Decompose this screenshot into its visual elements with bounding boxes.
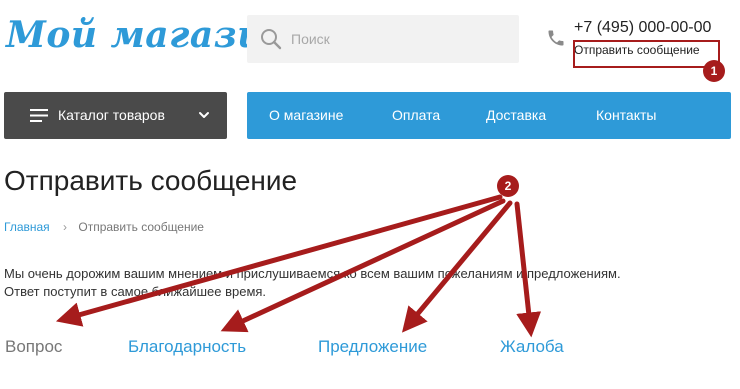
search-icon[interactable] <box>259 27 283 51</box>
catalog-label: Каталог товаров <box>58 107 165 123</box>
chevron-down-icon <box>199 112 209 118</box>
menu-icon <box>30 109 48 122</box>
breadcrumb-separator-icon: › <box>63 220 68 234</box>
annotation-arrow <box>220 198 506 333</box>
phone-icon <box>548 30 564 46</box>
tab-gratitude[interactable]: Благодарность <box>128 337 246 357</box>
catalog-button[interactable]: Каталог товаров <box>4 92 227 139</box>
search-input[interactable] <box>291 15 511 63</box>
breadcrumb-home[interactable]: Главная <box>4 220 50 234</box>
page-title: Отправить сообщение <box>4 165 298 196</box>
annotation-highlight-box <box>573 40 720 68</box>
nav-item-contacts[interactable]: Контакты <box>596 107 656 123</box>
breadcrumb-current: Отправить сообщение <box>78 220 204 234</box>
tab-complaint[interactable]: Жалоба <box>500 337 564 357</box>
tab-question[interactable]: Вопрос <box>5 337 62 357</box>
annotation-arrow <box>401 200 513 333</box>
annotation-badge: 1 <box>703 60 725 82</box>
tab-suggestion[interactable]: Предложение <box>318 337 427 357</box>
nav-item-payment[interactable]: Оплата <box>392 107 440 123</box>
search-bar <box>247 15 519 63</box>
annotation-badge: 2 <box>497 175 519 197</box>
nav-item-delivery[interactable]: Доставка <box>486 107 546 123</box>
phone-number[interactable]: +7 (495) 000-00-00 <box>574 19 711 37</box>
intro-line: Мы очень дорожим вашим мнением и прислуш… <box>4 266 621 281</box>
main-nav: О магазине Оплата Доставка Контакты <box>247 92 731 139</box>
nav-item-about[interactable]: О магазине <box>269 107 343 123</box>
intro-text: Мы очень дорожим вашим мнением и прислуш… <box>4 265 734 301</box>
intro-line: Ответ поступит в самое ближайшее время. <box>4 284 267 299</box>
breadcrumb: Главная › Отправить сообщение <box>4 220 204 234</box>
